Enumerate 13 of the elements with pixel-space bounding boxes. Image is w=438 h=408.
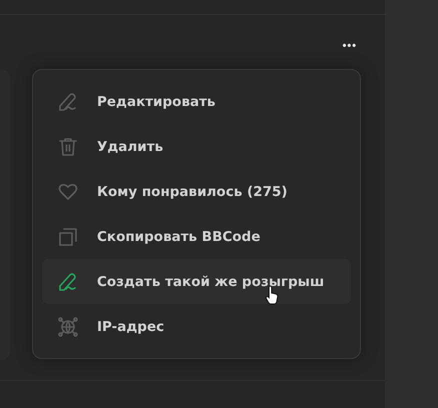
pen-icon <box>58 92 78 112</box>
menu-item[interactable]: Редактировать <box>42 79 351 124</box>
menu-item[interactable]: Удалить <box>42 124 351 169</box>
menu-item[interactable]: Кому понравилось (275) <box>42 169 351 214</box>
menu-item[interactable]: Создать такой же розыгрыш <box>42 259 351 304</box>
copy-icon <box>58 226 78 246</box>
more-button[interactable]: ••• <box>338 39 361 53</box>
menu-item[interactable]: Скопировать BBCode <box>42 214 351 259</box>
menu-item[interactable]: IP-адрес <box>42 304 351 349</box>
trash-icon <box>58 136 78 156</box>
globe-icon <box>58 316 78 336</box>
heart-icon <box>58 182 78 202</box>
pen-icon <box>58 272 78 292</box>
